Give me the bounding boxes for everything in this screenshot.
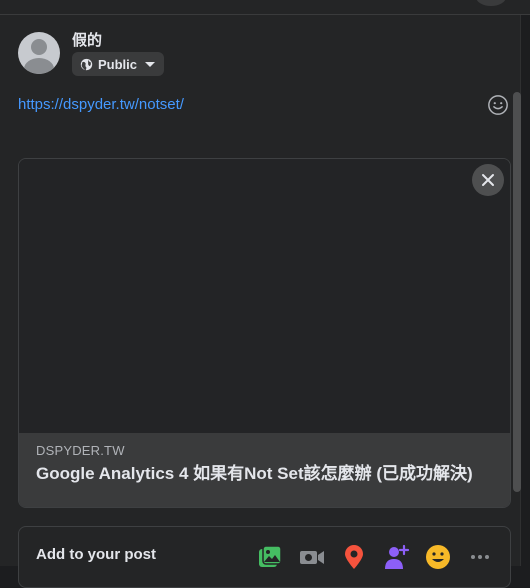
remove-preview-button[interactable] xyxy=(472,164,504,196)
audience-label: Public xyxy=(98,56,138,72)
photo-video-icon[interactable] xyxy=(256,543,284,571)
add-to-post-label: Add to your post xyxy=(36,546,156,563)
audience-selector[interactable]: Public xyxy=(72,52,165,76)
link-preview-meta: DSPYDER.TW Google Analytics 4 如果有Not Set… xyxy=(19,433,510,507)
scrollbar[interactable] xyxy=(513,92,521,492)
link-preview-image xyxy=(19,159,510,433)
more-icon[interactable] xyxy=(466,543,494,571)
tag-people-icon[interactable] xyxy=(382,543,410,571)
live-video-icon[interactable] xyxy=(298,543,326,571)
check-in-icon[interactable] xyxy=(340,543,368,571)
close-icon xyxy=(482,174,494,186)
globe-icon xyxy=(80,58,93,70)
close-dialog-button[interactable] xyxy=(476,0,506,6)
emoji-icon[interactable] xyxy=(487,94,509,116)
link-preview-domain: DSPYDER.TW xyxy=(36,443,125,458)
feeling-icon[interactable] xyxy=(424,543,452,571)
post-link-text[interactable]: https://dspyder.tw/notset/ xyxy=(18,96,184,113)
link-preview-card[interactable]: DSPYDER.TW Google Analytics 4 如果有Not Set… xyxy=(18,158,511,508)
link-preview-title: Google Analytics 4 如果有Not Set該怎麼辦 (已成功解決… xyxy=(36,464,473,483)
add-to-post-bar: Add to your post xyxy=(18,526,511,588)
chevron-down-icon xyxy=(145,61,156,67)
avatar xyxy=(18,32,60,74)
author-name: 假的 xyxy=(72,32,103,49)
top-bar xyxy=(0,0,530,15)
